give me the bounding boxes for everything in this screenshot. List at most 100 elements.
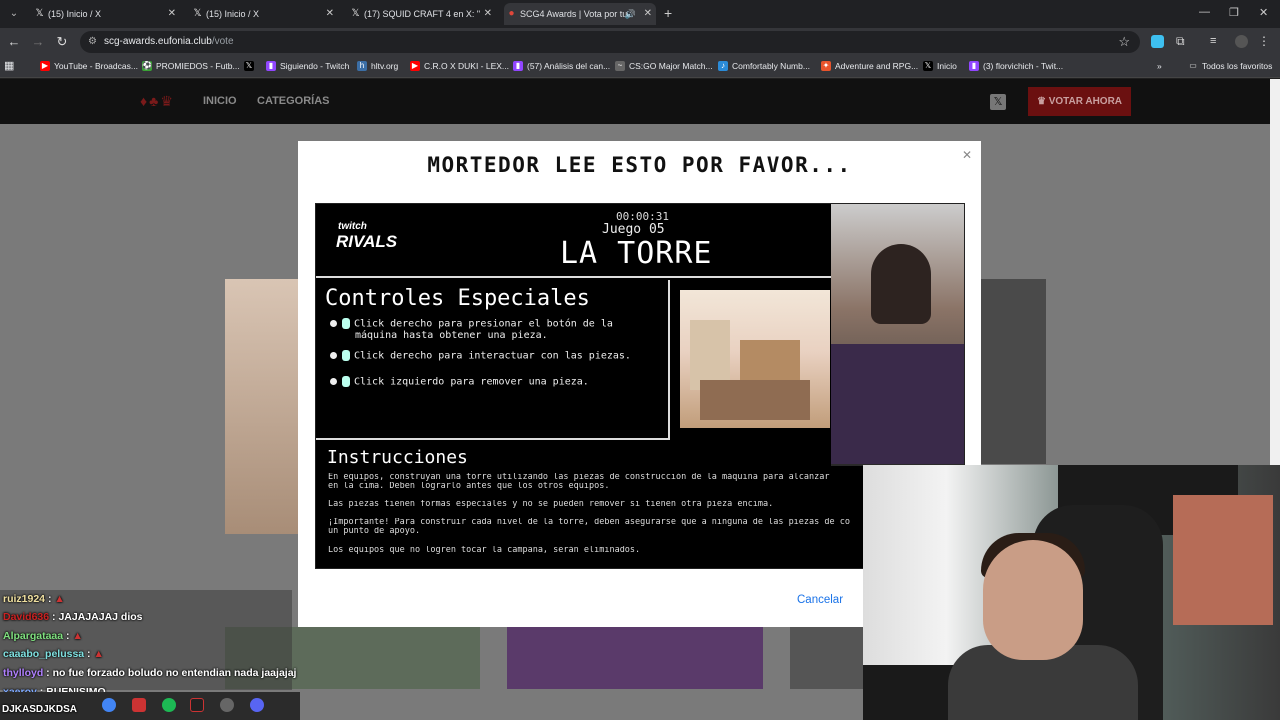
folder-icon: ▭ [1189,61,1197,70]
chevron-right-icon[interactable]: » [1157,61,1162,71]
browser-toolbar: ← → ↻ ⚙ scg-awards.eufonia.club/vote ☆ ⧉… [0,28,1280,56]
nominee-thumbnail[interactable] [507,627,763,689]
back-icon[interactable]: ← [6,34,22,49]
control-item: Click izquierdo para remover una pieza. [330,376,589,388]
emote-icon: ▲ [54,593,65,605]
instruction-line: un punto de apoyo. [328,527,421,536]
chrome-icon[interactable] [102,698,116,712]
site-info-icon[interactable]: ⚙ [88,36,97,47]
minimize-icon[interactable]: — [1199,6,1210,18]
nav-inicio[interactable]: INICIO [203,95,237,107]
bookmark-item[interactable]: ▮ Siguiendo - Twitch [266,61,349,71]
x-logo-icon: 𝕏 [193,8,202,19]
chat-message: ruiz1924 : ▲ [3,593,65,605]
nav-categorias[interactable]: CATEGORÍAS [257,95,330,107]
menu-kebab-icon[interactable]: ⋮ [1258,35,1271,48]
tab-title: (17) SQUID CRAFT 4 en X: " [364,9,481,19]
mouse-icon [342,350,350,361]
bookmark-item[interactable]: h hltv.org [357,61,398,71]
forward-icon[interactable]: → [30,34,46,49]
discord-icon[interactable] [250,698,264,712]
spotify-icon[interactable] [162,698,176,712]
bookmark-item[interactable]: ⚽ PROMIEDOS - Futb... [142,61,240,71]
tab-title: SCG4 Awards | Vota por tus [520,9,632,19]
tab-scg4-awards[interactable]: ● SCG4 Awards | Vota por tus 🔊 ✕ [504,3,656,25]
profile-avatar[interactable] [1235,35,1248,48]
x-logo-icon: 𝕏 [351,8,360,19]
bookmarks-bar: ▦ ▶ YouTube - Broadcas... ⚽ PROMIEDOS - Fu… [0,56,1280,78]
game-header: twitch RIVALS 00:00:31 Juego 05 LA TORRE [316,204,832,278]
bookmark-star-icon[interactable]: ☆ [1118,34,1130,50]
app-icon[interactable] [132,698,146,712]
bookmark-item[interactable]: ✦ Adventure and RPG... [821,61,918,71]
close-icon[interactable]: ✕ [326,3,334,25]
bullet-icon [330,320,337,327]
instruction-line: Los equipos que no logren tocar la campa… [328,546,641,555]
bookmark-item[interactable]: ▮ (57) Análisis del can... [513,61,610,71]
bookmark-item[interactable]: ▶ C.R.O X DUKI - LEX... [410,61,509,71]
x-logo-icon: 𝕏 [35,8,44,19]
instruction-line: Las piezas tienen formas especiales y no… [328,500,774,509]
tab-inicio-x-1[interactable]: 𝕏 (15) Inicio / X ✕ [32,3,180,25]
site-logo[interactable]: ♦♣♛ [140,93,175,110]
chat-message: Alpargataaa : ▲ [3,630,83,642]
tab-squid-craft[interactable]: 𝕏 (17) SQUID CRAFT 4 en X: " ✕ [348,3,496,25]
chat-message: caaabo_pelussa : ▲ [3,648,104,660]
bookmark-item[interactable]: 𝕏 Inicio [923,61,957,71]
app-icon[interactable] [190,698,204,712]
close-icon[interactable]: ✕ [484,3,492,25]
restore-icon[interactable]: ❐ [1229,6,1239,19]
close-icon[interactable]: ✕ [168,3,176,25]
audio-icon[interactable]: 🔊 [625,3,636,25]
nominee-thumbnail[interactable] [790,627,865,689]
extension-icon[interactable] [1151,35,1164,48]
vote-now-button[interactable]: ♛ VOTAR AHORA [1028,87,1131,116]
settings-icon[interactable] [220,698,234,712]
tab-inicio-x-2[interactable]: 𝕏 (15) Inicio / X ✕ [190,3,338,25]
close-window-icon[interactable]: ✕ [1259,6,1268,19]
tab-title: (15) Inicio / X [48,9,102,19]
chat-message: DJKASDJKDSA [2,704,78,715]
reload-icon[interactable]: ↻ [54,34,70,50]
brand-bottom: RIVALS [336,232,398,251]
bookmark-item[interactable]: ~ CS:GO Major Match... [615,61,713,71]
x-logo-icon: 𝕏 [923,61,933,71]
bookmark-item[interactable]: ♪ Comfortably Numb... [718,61,810,71]
instruction-line: en la cima. Deben lograrlo antes que los… [328,482,610,491]
x-logo-icon[interactable]: 𝕏 [990,94,1006,110]
mouse-icon [342,318,350,329]
promiedos-icon: ⚽ [142,61,152,71]
all-bookmarks-folder[interactable]: ▭ Todos los favoritos [1188,61,1272,71]
close-icon[interactable]: ✕ [644,3,652,25]
brand-top: twitch [338,221,367,232]
taskbar: DJKASDJKDSA [0,692,300,720]
youtube-icon: ▶ [410,61,420,71]
bullet-icon [330,352,337,359]
nominee-card[interactable] [981,279,1046,464]
twitch-icon: ▮ [266,61,276,71]
media-controls-icon[interactable]: ≡ [1210,35,1223,48]
bookmark-item[interactable]: ▮ (3) florvichich - Twit... [969,61,1063,71]
browser-tab-bar: ⌄ 𝕏 (15) Inicio / X ✕ 𝕏 (15) Inicio / X … [0,0,1280,28]
apps-grid-icon[interactable]: ▦ [4,59,14,72]
control-item: Click derecho para presionar el botón de… [330,318,640,341]
streamer-camera-inset [831,204,964,466]
chat-message: David636 : JAJAJAJAJ dios [3,611,143,623]
game-scene-preview [680,290,830,428]
new-tab-icon[interactable]: + [664,5,672,21]
emote-icon: ▲ [93,648,104,660]
tab-search-icon[interactable]: ⌄ [6,6,22,22]
address-bar[interactable]: ⚙ scg-awards.eufonia.club/vote ☆ [80,31,1140,53]
bullet-icon [330,378,337,385]
controls-panel: Controles Especiales Click derecho para … [316,280,670,440]
close-icon[interactable]: ✕ [962,148,972,162]
x-logo-icon: 𝕏 [244,61,254,71]
extensions-puzzle-icon[interactable]: ⧉ [1176,35,1189,48]
cancel-button[interactable]: Cancelar [797,594,843,606]
nominee-card[interactable] [225,279,300,534]
youtube-icon: ▶ [40,61,50,71]
url-text: scg-awards.eufonia.club/vote [104,36,234,47]
control-item: Click derecho para interactuar con las p… [330,350,631,362]
bookmark-item[interactable]: ▶ YouTube - Broadcas... [40,61,138,71]
instruction-line: ¡Importante! Para construir cada nivel d… [328,518,850,527]
